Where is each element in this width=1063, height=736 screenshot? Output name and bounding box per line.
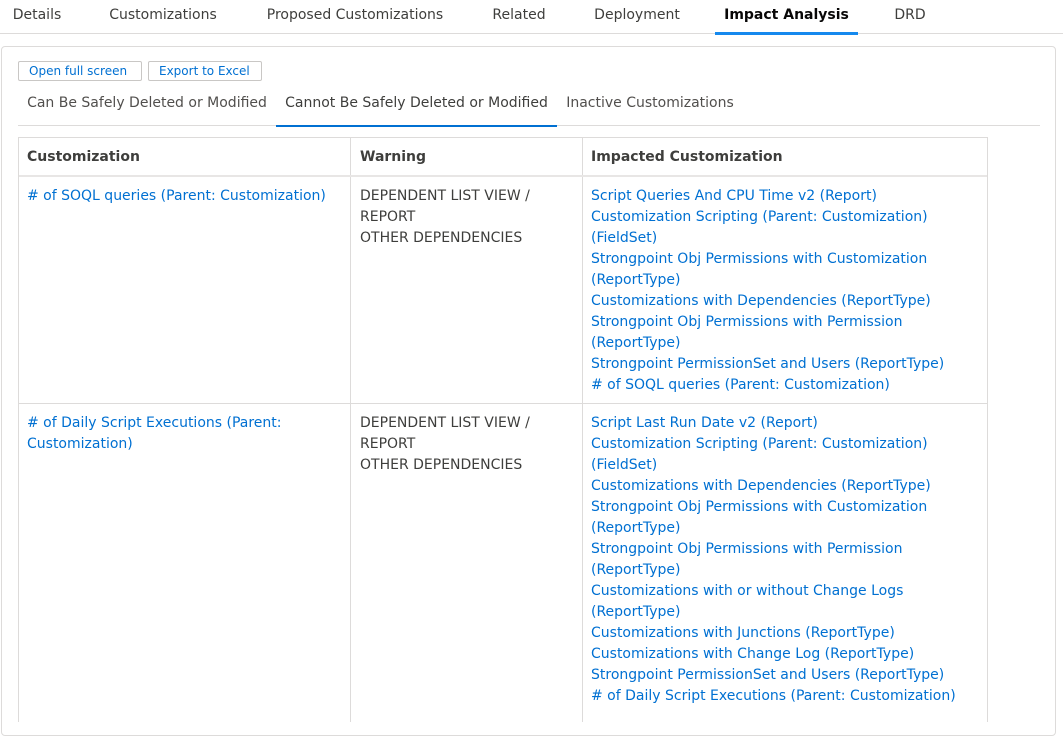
customization-text: Customization) [27,436,133,452]
tab-can-be-safely-deleted[interactable]: Can Be Safely Deleted or Modified [18,88,276,126]
column-header-customization[interactable]: Customization [27,138,140,177]
row-1-impacted-list: Script Queries And CPU Time v2 (Report) … [591,186,944,396]
row-2-warning: DEPENDENT LIST VIEW / REPORT OTHER DEPEN… [360,413,530,476]
column-divider [350,138,351,722]
impacted-link[interactable]: Strongpoint PermissionSet and Users (Rep… [591,354,944,375]
tab-drd[interactable]: DRD [876,0,944,34]
impacted-link[interactable]: Strongpoint PermissionSet and Users (Rep… [591,665,956,686]
open-full-screen-button[interactable]: Open full screen [18,61,142,81]
impacted-link[interactable]: Script Last Run Date v2 (Report) [591,413,956,434]
impacted-link[interactable]: Customizations with Dependencies (Report… [591,291,944,312]
column-header-impacted-customization[interactable]: Impacted Customization [591,138,783,177]
tab-proposed-customizations[interactable]: Proposed Customizations [250,0,460,34]
record-tab-bar: Details Customizations Proposed Customiz… [0,0,1063,35]
impacted-link[interactable]: Customizations with Junctions (ReportTyp… [591,623,956,644]
header-divider [19,175,987,177]
export-to-excel-button[interactable]: Export to Excel [148,61,262,81]
impacted-link[interactable]: Strongpoint Obj Permissions with Customi… [591,497,956,518]
warning-line: OTHER DEPENDENCIES [360,457,523,473]
impacted-link[interactable]: (ReportType) [591,560,956,581]
row-1-customization-link[interactable]: # of SOQL queries (Parent: Customization… [27,186,326,207]
impacted-link[interactable]: (ReportType) [591,602,956,623]
warning-line: OTHER DEPENDENCIES [360,230,523,246]
impact-sub-tab-bar: Can Be Safely Deleted or Modified Cannot… [18,88,1040,127]
column-header-warning[interactable]: Warning [360,138,426,177]
impacted-link[interactable]: (ReportType) [591,518,956,539]
tab-inactive-customizations[interactable]: Inactive Customizations [561,88,739,126]
tab-related[interactable]: Related [478,0,560,34]
impacted-link[interactable]: (FieldSet) [591,455,956,476]
tab-customizations[interactable]: Customizations [94,0,232,34]
row-divider [19,403,987,404]
customization-text: # of Daily Script Executions (Parent: [27,415,282,431]
impacted-link[interactable]: Strongpoint Obj Permissions with Customi… [591,249,944,270]
customization-text: # of SOQL queries (Parent: Customization… [27,188,326,204]
impacted-link[interactable]: Customizations with Dependencies (Report… [591,476,956,497]
impacted-link[interactable]: # of SOQL queries (Parent: Customization… [591,375,944,396]
column-divider [582,138,583,722]
impacted-link[interactable]: Customizations with or without Change Lo… [591,581,956,602]
warning-line: REPORT [360,436,416,452]
impacted-link[interactable]: Strongpoint Obj Permissions with Permiss… [591,539,956,560]
impacted-link[interactable]: Strongpoint Obj Permissions with Permiss… [591,312,944,333]
impacted-link[interactable]: Customization Scripting (Parent: Customi… [591,207,944,228]
impacted-link[interactable]: Customization Scripting (Parent: Customi… [591,434,956,455]
row-2-impacted-list: Script Last Run Date v2 (Report) Customi… [591,413,956,707]
impacted-link[interactable]: Script Queries And CPU Time v2 (Report) [591,186,944,207]
table-header-row [19,138,987,177]
warning-line: DEPENDENT LIST VIEW / [360,415,530,431]
row-2-customization-link[interactable]: # of Daily Script Executions (Parent: Cu… [27,413,282,455]
impacted-link[interactable]: (ReportType) [591,333,944,354]
impact-table: Customization Warning Impacted Customiza… [18,137,988,722]
tab-deployment[interactable]: Deployment [578,0,696,34]
warning-line: DEPENDENT LIST VIEW / [360,188,530,204]
impacted-link[interactable]: # of Daily Script Executions (Parent: Cu… [591,686,956,707]
row-1-warning: DEPENDENT LIST VIEW / REPORT OTHER DEPEN… [360,186,530,249]
impacted-link[interactable]: Customizations with Change Log (ReportTy… [591,644,956,665]
impacted-link[interactable]: (FieldSet) [591,228,944,249]
warning-line: REPORT [360,209,416,225]
tab-impact-analysis[interactable]: Impact Analysis [715,0,858,35]
impacted-link[interactable]: (ReportType) [591,270,944,291]
tab-cannot-be-safely-deleted[interactable]: Cannot Be Safely Deleted or Modified [276,88,557,127]
tab-details[interactable]: Details [0,0,74,34]
